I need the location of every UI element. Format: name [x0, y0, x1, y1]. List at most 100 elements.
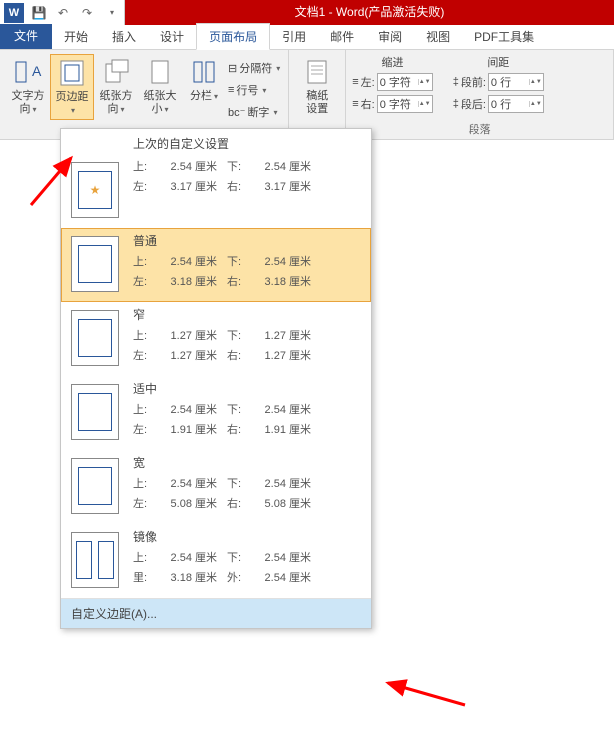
orientation-label: 纸张方向: [100, 90, 133, 115]
group-draft: 稿纸设置: [289, 50, 346, 139]
v-top: 2.54 厘米: [159, 549, 227, 565]
spacing-before-input[interactable]: 0 行▲▼: [488, 73, 544, 91]
preset-thumb-icon: [71, 532, 119, 588]
v-top: 2.54 厘米: [159, 253, 227, 269]
margin-preset-2[interactable]: 适中 上:2.54 厘米 下:2.54 厘米 左:1.91 厘米 右:1.91 …: [61, 376, 371, 450]
margins-dropdown: 上次的自定义设置 ★ 上:2.54 厘米 下:2.54 厘米 左:3.17 厘米…: [60, 128, 372, 629]
tab-file[interactable]: 文件: [0, 24, 52, 49]
spacing-after-input[interactable]: 0 行▲▼: [488, 95, 544, 113]
ribbon-tabs: 文件 开始 插入 设计 页面布局 引用 邮件 审阅 视图 PDF工具集: [0, 25, 614, 50]
v-right: 5.08 厘米: [253, 495, 321, 511]
text-direction-button[interactable]: A 文字方向: [6, 54, 50, 118]
indent-right-input[interactable]: 0 字符▲▼: [377, 95, 433, 113]
tab-review[interactable]: 审阅: [366, 24, 414, 49]
tab-references[interactable]: 引用: [270, 24, 318, 49]
l-top: 上:: [133, 401, 159, 417]
custom-margins-button[interactable]: 自定义边距(A)...: [61, 598, 371, 628]
before-icon: ‡: [453, 76, 459, 88]
l-top: 上:: [133, 327, 159, 343]
l-bottom: 下:: [227, 549, 253, 565]
columns-label: 分栏: [190, 90, 212, 102]
hyphen-label: 断字: [247, 104, 269, 120]
margin-preset-1[interactable]: 窄 上:1.27 厘米 下:1.27 厘米 左:1.27 厘米 右:1.27 厘…: [61, 302, 371, 376]
v-left: 1.27 厘米: [159, 347, 227, 363]
after-label: 段后:: [461, 96, 486, 112]
margins-button[interactable]: 页边距: [50, 54, 94, 120]
dropdown-last-heading: 上次的自定义设置: [61, 129, 371, 154]
columns-button[interactable]: 分栏: [182, 54, 226, 105]
v-top: 1.27 厘米: [159, 327, 227, 343]
tab-insert[interactable]: 插入: [100, 24, 148, 49]
orientation-button[interactable]: 纸张方向: [94, 54, 138, 118]
undo-icon[interactable]: ↶: [54, 4, 72, 22]
l-top: 上:: [133, 158, 159, 174]
preset-thumb-icon: [71, 310, 119, 366]
text-direction-icon: A: [12, 56, 44, 88]
indent-left-label: 左:: [361, 74, 375, 90]
l-bottom: 下:: [227, 475, 253, 491]
indent-right-label: 右:: [361, 96, 375, 112]
tab-design[interactable]: 设计: [148, 24, 196, 49]
tab-home[interactable]: 开始: [52, 24, 100, 49]
l-left: 左:: [133, 273, 159, 289]
margin-preset-0[interactable]: 普通 上:2.54 厘米 下:2.54 厘米 左:3.18 厘米 右:3.18 …: [61, 228, 371, 302]
indent-heading: 缩进: [352, 54, 432, 70]
preset-thumb-icon: [71, 384, 119, 440]
l-bottom: 下:: [227, 253, 253, 269]
before-value: 0 行: [491, 74, 529, 90]
hyphenation-button[interactable]: bc⁻断字: [228, 102, 280, 122]
paragraph-group-label: 段落: [352, 119, 607, 137]
margin-preset-4[interactable]: 镜像 上:2.54 厘米 下:2.54 厘米 里:3.18 厘米 外:2.54 …: [61, 524, 371, 598]
spacing-heading: 间距: [453, 54, 544, 70]
window-title: 文档1 - Word(产品激活失败): [125, 0, 614, 25]
l-right: 右:: [227, 421, 253, 437]
qat-customize-icon[interactable]: [102, 4, 120, 22]
line-num-icon: ≡: [228, 84, 234, 96]
size-button[interactable]: 纸张大小: [138, 54, 182, 118]
indent-left-input[interactable]: 0 字符▲▼: [377, 73, 433, 91]
tab-view[interactable]: 视图: [414, 24, 462, 49]
tab-mailings[interactable]: 邮件: [318, 24, 366, 49]
breaks-button[interactable]: ⊟分隔符: [228, 58, 280, 78]
preset-name: 镜像: [133, 528, 321, 545]
preset-name: 宽: [133, 454, 321, 471]
v-left: 3.18 厘米: [159, 569, 227, 585]
group-paragraph: 缩进 ≡左:0 字符▲▼ ≡右:0 字符▲▼ 间距 ‡段前:0 行▲▼ ‡段后:…: [346, 50, 614, 139]
tab-pdf[interactable]: PDF工具集: [462, 24, 546, 49]
v-left: 3.18 厘米: [159, 273, 227, 289]
draft-button[interactable]: 稿纸设置: [295, 54, 339, 118]
v-right: 3.18 厘米: [253, 273, 321, 289]
line-numbers-button[interactable]: ≡行号: [228, 80, 280, 100]
l-top: 上:: [133, 253, 159, 269]
l-left: 左:: [133, 421, 159, 437]
draft-label2: 设置: [306, 103, 328, 115]
title-bar: W 💾 ↶ ↷ 文档1 - Word(产品激活失败): [0, 0, 614, 25]
draft-label: 稿纸: [306, 90, 328, 102]
indent-right-value: 0 字符: [380, 96, 418, 112]
orientation-icon: [100, 56, 132, 88]
margins-icon: [56, 57, 88, 89]
v-bottom: 2.54 厘米: [253, 253, 321, 269]
svg-text:A: A: [32, 63, 42, 79]
margin-preset-3[interactable]: 宽 上:2.54 厘米 下:2.54 厘米 左:5.08 厘米 右:5.08 厘…: [61, 450, 371, 524]
v-top: 2.54 厘米: [159, 401, 227, 417]
preset-name: 普通: [133, 232, 321, 249]
l-left: 左:: [133, 347, 159, 363]
margin-preset-last[interactable]: ★ 上:2.54 厘米 下:2.54 厘米 左:3.17 厘米 右:3.17 厘…: [61, 154, 371, 228]
line-num-label: 行号: [236, 82, 258, 98]
l-bottom: 下:: [227, 401, 253, 417]
columns-icon: [188, 56, 220, 88]
save-icon[interactable]: 💾: [30, 4, 48, 22]
hyphen-icon: bc⁻: [228, 106, 245, 119]
redo-icon[interactable]: ↷: [78, 4, 96, 22]
draft-icon: [301, 56, 333, 88]
indent-left-value: 0 字符: [380, 74, 418, 90]
tab-page-layout[interactable]: 页面布局: [196, 23, 270, 50]
preset-name: 适中: [133, 380, 321, 397]
l-right: 右:: [227, 273, 253, 289]
margins-label: 页边距: [56, 91, 89, 103]
v-right: 3.17 厘米: [253, 178, 321, 194]
before-label: 段前:: [461, 74, 486, 90]
size-label: 纸张大小: [144, 90, 177, 115]
l-bottom: 下:: [227, 158, 253, 174]
